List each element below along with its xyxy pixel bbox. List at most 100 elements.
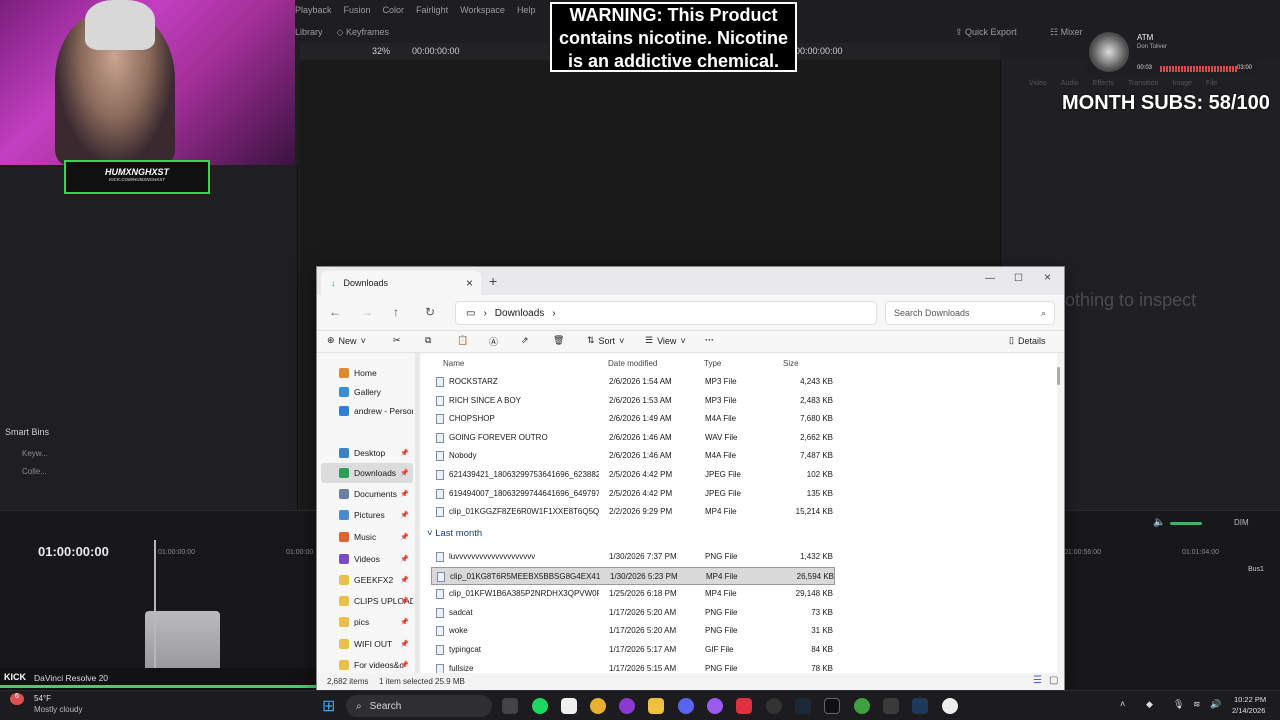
file-row[interactable]: sadcat 1/17/2026 5:20 AM PNG File 73 KB xyxy=(431,604,835,622)
scrollbar[interactable] xyxy=(1057,367,1060,385)
quick-export-button[interactable]: ⇪ Quick Export xyxy=(955,27,1017,38)
tiles-view-icon[interactable]: ▢ xyxy=(1049,675,1058,686)
file-row[interactable]: CHOPSHOP 2/6/2026 1:49 AM M4A File 7,680 KB xyxy=(431,410,835,428)
view-button[interactable]: ☰ View ˅ xyxy=(645,335,686,346)
nav-item-gallery[interactable]: Gallery xyxy=(321,382,413,402)
file-row[interactable]: typingcat 1/17/2026 5:17 AM GIF File 84 KB xyxy=(431,641,835,659)
nav-item-home[interactable]: Home xyxy=(321,363,413,383)
mixer-button[interactable]: ☷ Mixer xyxy=(1050,27,1083,38)
taskbar-search[interactable]: ⌕ Search xyxy=(346,695,492,717)
twitch-icon[interactable] xyxy=(707,698,723,714)
menu-fusion[interactable]: Fusion xyxy=(344,5,371,15)
file-row[interactable]: 619494007_18063299744641696_64979749... 2… xyxy=(431,485,835,503)
close-window-button[interactable]: × xyxy=(1044,270,1051,284)
cut-icon[interactable]: ✂ xyxy=(393,335,401,346)
nav-item-documents[interactable]: Documents 📌 xyxy=(321,484,413,504)
group-last-month[interactable]: ˅ Last month xyxy=(427,528,482,539)
new-button[interactable]: ⊕ New ˅ xyxy=(327,335,366,346)
windows-start-icon[interactable]: ⊞ xyxy=(322,696,335,716)
copy-icon[interactable]: ⧉ xyxy=(425,335,431,346)
terminal-icon[interactable] xyxy=(824,698,840,714)
column-type[interactable]: Type xyxy=(704,359,721,368)
tab-transition[interactable]: Transition xyxy=(1128,80,1158,87)
menu-workspace[interactable]: Workspace xyxy=(460,5,505,15)
file-explorer-icon[interactable] xyxy=(648,698,664,714)
smart-bin-keywords[interactable]: Keyw... xyxy=(22,449,48,458)
paste-icon[interactable]: 📋 xyxy=(457,335,468,346)
tab-audio[interactable]: Audio xyxy=(1061,80,1079,87)
keyframes-button[interactable]: ◇ Keyframes xyxy=(337,27,389,38)
nav-item-pictures[interactable]: Pictures 📌 xyxy=(321,505,413,525)
chrome-icon[interactable] xyxy=(590,698,606,714)
tab-downloads[interactable]: ↓ Downloads × xyxy=(321,271,481,295)
file-row[interactable]: ROCKSTARZ 2/6/2026 1:54 AM MP3 File 4,243 K… xyxy=(431,373,835,391)
details-view-icon[interactable]: ☰ xyxy=(1033,675,1042,686)
discord-icon[interactable] xyxy=(678,698,694,714)
nav-item-wifi-out[interactable]: WIFI OUT 📌 xyxy=(321,634,413,654)
volume-slider[interactable] xyxy=(1170,522,1202,525)
address-bar[interactable]: ▭ › Downloads › xyxy=(455,301,877,325)
tray-app-icon[interactable]: ◆ xyxy=(1146,699,1153,710)
nav-item-geekfx2[interactable]: GEEKFX2 📌 xyxy=(321,570,413,590)
more-options-button[interactable]: ··· xyxy=(705,335,714,345)
tab-video[interactable]: Video xyxy=(1029,80,1047,87)
file-row[interactable]: 621439421_18063299753641696_62388240... 2… xyxy=(431,466,835,484)
nav-item-clips-upload[interactable]: CLIPS UPLOAD 📌 xyxy=(321,591,413,611)
spotify-icon[interactable] xyxy=(532,698,548,714)
column-date-modified[interactable]: Date modified xyxy=(608,359,657,368)
library-button[interactable]: Library xyxy=(295,27,323,37)
refresh-button[interactable]: ↻ xyxy=(425,305,435,319)
davinci-icon[interactable] xyxy=(883,698,899,714)
speaker-icon[interactable]: 🔊 xyxy=(1210,699,1221,710)
task-view-icon[interactable] xyxy=(502,698,518,714)
zoom-level[interactable]: 32% xyxy=(372,46,390,56)
nav-item-andrew-person[interactable]: andrew - Person xyxy=(321,401,413,421)
file-row[interactable]: clip_01KFW1B6A385P2NRDHX3QPVW0R 1/25/2026… xyxy=(431,585,835,603)
file-row[interactable]: RICH SINCE A BOY 2/6/2026 1:53 AM MP3 File… xyxy=(431,392,835,410)
nav-item-downloads[interactable]: Downloads 📌 xyxy=(321,463,413,483)
clock-time[interactable]: 10:22 PM xyxy=(1234,695,1266,704)
file-row[interactable]: luvvvvvvvvvvvvvvvvvvvv 1/30/2026 7:37 PM P… xyxy=(431,548,835,566)
close-tab-icon[interactable]: × xyxy=(466,276,473,290)
media-player-icon[interactable] xyxy=(942,698,958,714)
nav-item-videos[interactable]: Videos 📌 xyxy=(321,549,413,569)
nav-item-pics[interactable]: pics 📌 xyxy=(321,612,413,632)
obs-icon[interactable] xyxy=(766,698,782,714)
wifi-icon[interactable]: ≋ xyxy=(1193,699,1201,710)
column-size[interactable]: Size xyxy=(783,359,799,368)
nav-item-for-videos-c[interactable]: For videos&c 📌 xyxy=(321,655,413,675)
delete-icon[interactable]: 🗑 xyxy=(553,335,564,346)
file-row[interactable]: GOING FOREVER OUTRO 2/6/2026 1:46 AM WAV F… xyxy=(431,429,835,447)
clock-date[interactable]: 2/14/2026 xyxy=(1232,706,1265,715)
menu-fairlight[interactable]: Fairlight xyxy=(416,5,448,15)
mic-icon[interactable]: 🎙 xyxy=(1173,699,1184,710)
up-button[interactable]: ↑ xyxy=(393,305,399,319)
file-row[interactable]: clip_01KGGZF8ZE6R0W1F1XXE8T6Q5Q 2/2/2026 … xyxy=(431,503,835,521)
menu-color[interactable]: Color xyxy=(383,5,405,15)
smart-bin-collections[interactable]: Colle... xyxy=(22,467,47,476)
file-row[interactable]: clip_01KG8T6R5MEEBX5BBSG8G4EX41 1/30/2026… xyxy=(431,566,835,585)
tab-file[interactable]: File xyxy=(1206,80,1217,87)
tab-image[interactable]: Image xyxy=(1172,80,1191,87)
weather-temp[interactable]: 54°F xyxy=(34,694,51,703)
app-icon-red[interactable] xyxy=(736,698,752,714)
minimize-button[interactable]: — xyxy=(985,273,995,284)
new-tab-button[interactable]: + xyxy=(489,273,497,289)
menu-help[interactable]: Help xyxy=(517,5,536,15)
nav-item-music[interactable]: Music 📌 xyxy=(321,527,413,547)
steam-icon[interactable] xyxy=(795,698,811,714)
file-row[interactable]: Nobody 2/6/2026 1:46 AM M4A File 7,487 KB xyxy=(431,447,835,465)
app-icon[interactable] xyxy=(619,698,635,714)
search-input[interactable]: Search Downloads ⌕ xyxy=(885,301,1055,325)
dim-button[interactable]: DIM xyxy=(1234,518,1249,527)
menu-playback[interactable]: Playback xyxy=(295,5,332,15)
rename-icon[interactable]: Ⓐ xyxy=(489,335,498,348)
tray-chevron-icon[interactable]: ˄ xyxy=(1120,699,1125,709)
sort-button[interactable]: ⇅ Sort ˅ xyxy=(587,335,624,346)
itunes-icon[interactable] xyxy=(561,698,577,714)
column-name[interactable]: Name xyxy=(443,359,464,368)
weather-desc[interactable]: Mostly cloudy xyxy=(34,705,82,714)
back-button[interactable]: ← xyxy=(329,305,341,319)
forward-button[interactable]: → xyxy=(361,305,373,319)
breadcrumb-downloads[interactable]: Downloads xyxy=(495,308,544,319)
